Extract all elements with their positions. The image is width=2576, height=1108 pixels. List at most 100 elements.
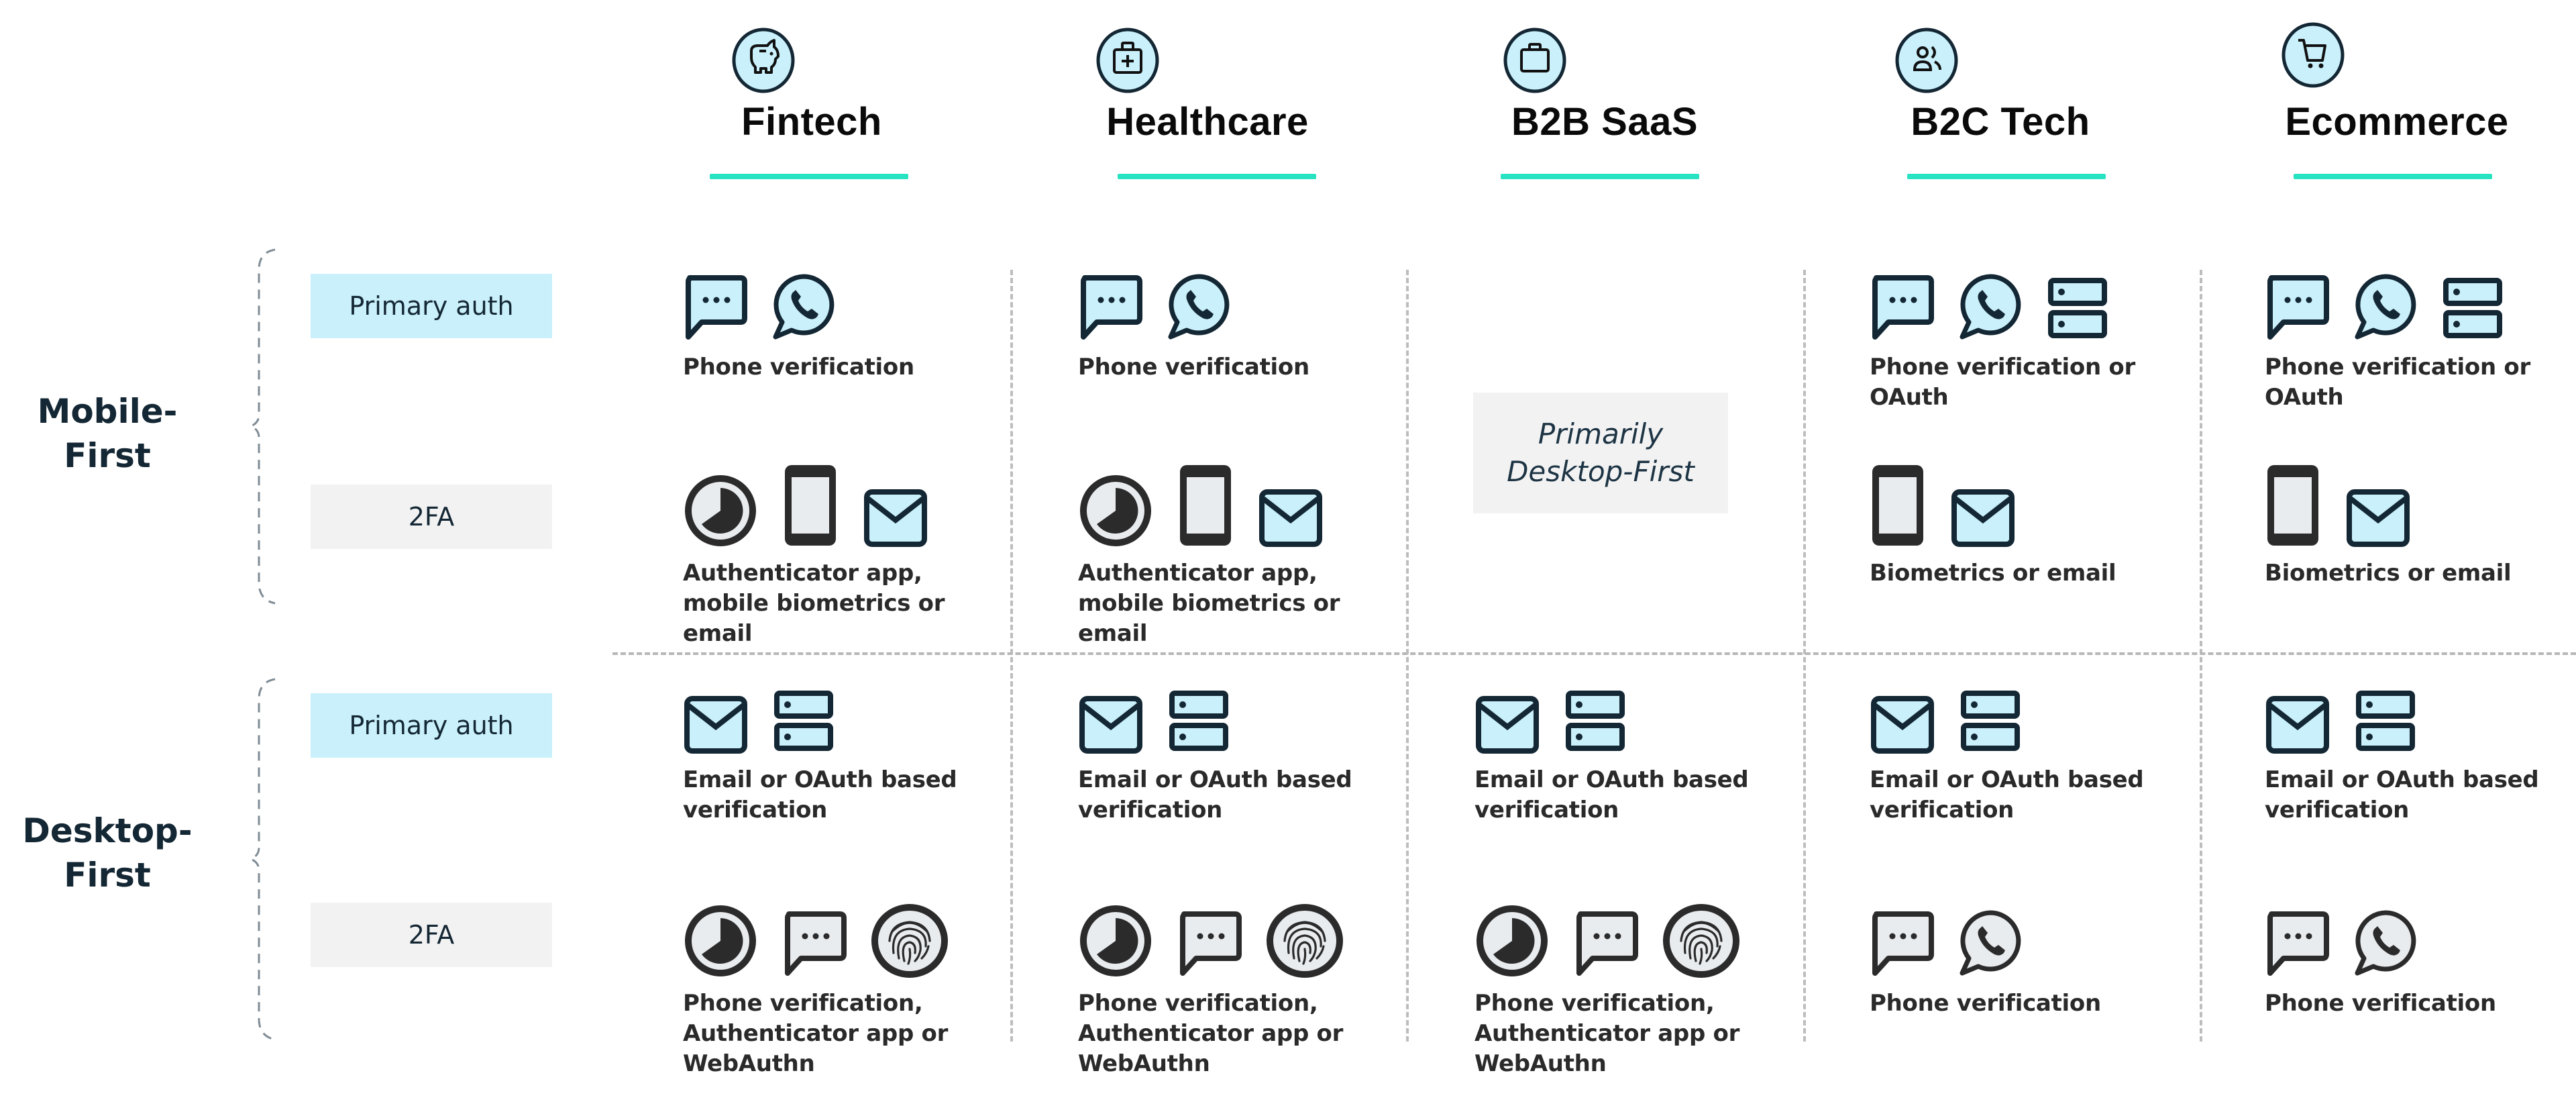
matrix-cell-mobile-2fa: Biometrics or email	[1870, 465, 2185, 589]
whatsapp-phone-icon	[1958, 272, 2023, 346]
authenticator-timer-icon	[1078, 903, 1153, 982]
method-description: Email or OAuth based verification	[2265, 766, 2539, 823]
column-header-fintech: Fintech	[624, 0, 1000, 195]
email-icon	[2345, 488, 2411, 552]
email-icon	[863, 488, 928, 552]
column-title: Healthcare	[1106, 100, 1309, 144]
authenticator-timer-icon	[683, 903, 758, 982]
method-icons	[2265, 678, 2576, 758]
method-description: Authenticator app, mobile biometrics or …	[1078, 560, 1340, 647]
mobile-phone-icon	[2265, 462, 2321, 552]
method-icons	[1078, 265, 1393, 346]
column-title: B2C Tech	[1911, 100, 2090, 144]
email-icon	[2265, 695, 2330, 758]
fingerprint-icon	[871, 903, 949, 982]
row-label-mobile-2fa: 2FA	[311, 485, 552, 549]
method-icons	[683, 465, 998, 552]
group-divider	[612, 652, 2576, 655]
column-title-underline	[710, 174, 908, 179]
column-divider	[1803, 270, 1806, 1042]
matrix-cell-desktop-primary: Email or OAuth based verification	[683, 678, 998, 825]
method-description: Phone verification, Authenticator app or…	[1474, 990, 1740, 1077]
row-label-desktop-2fa: 2FA	[311, 903, 552, 967]
matrix-cell-mobile-primary: Phone verification or OAuth	[2265, 265, 2576, 413]
group-label-line: First	[64, 856, 151, 895]
sms-message-icon	[1870, 909, 1934, 982]
column-header-ecommerce: Ecommerce	[2209, 0, 2576, 195]
oauth-server-icon	[2047, 275, 2108, 346]
group-label-mobile-first: Mobile- First	[13, 389, 201, 478]
group-label-line: First	[64, 436, 151, 475]
method-description: Email or OAuth based verification	[683, 766, 957, 823]
matrix-cell-desktop-2fa: Phone verification, Authenticator app or…	[1078, 901, 1393, 1079]
column-title-underline	[2294, 174, 2492, 179]
whatsapp-phone-icon	[771, 272, 836, 346]
brace-desktop-first	[248, 678, 276, 1041]
oauth-server-icon	[2355, 688, 2416, 758]
sms-message-icon	[2265, 909, 2329, 982]
sms-message-icon	[782, 909, 847, 982]
matrix-cell-desktop-primary: Email or OAuth based verification	[1078, 678, 1393, 825]
column-title: Ecommerce	[2285, 100, 2509, 144]
matrix-cell-desktop-primary: Email or OAuth based verification	[2265, 678, 2576, 825]
matrix-cell-mobile-primary: Phone verification or OAuth	[1870, 265, 2185, 413]
column-title-underline	[1907, 174, 2106, 179]
method-description: Phone verification	[1870, 990, 2101, 1017]
column-divider	[1010, 270, 1013, 1042]
method-icons	[683, 678, 998, 758]
matrix-cell-mobile-primary: Phone verification	[1078, 265, 1393, 383]
oauth-server-icon	[2442, 275, 2504, 346]
method-icons	[1474, 901, 1790, 982]
method-description: Email or OAuth based verification	[1078, 766, 1352, 823]
piggy-bank-icon	[731, 27, 795, 93]
method-description: Phone verification	[1078, 354, 1309, 381]
sms-message-icon	[2265, 272, 2329, 346]
mobile-phone-icon	[1870, 462, 1926, 552]
sms-message-icon	[1177, 909, 1242, 982]
brace-mobile-first	[248, 248, 276, 605]
matrix-cell-mobile-primary: Phone verification	[683, 265, 998, 383]
b2b-mobile-note: Primarily Desktop-First	[1473, 393, 1728, 513]
column-title: B2B SaaS	[1511, 100, 1699, 144]
sms-message-icon	[1574, 909, 1638, 982]
column-title-underline	[1118, 174, 1316, 179]
row-label-desktop-primary-auth: Primary auth	[311, 693, 552, 758]
method-icons	[683, 901, 998, 982]
matrix-cell-desktop-primary: Email or OAuth based verification	[1474, 678, 1790, 825]
mobile-phone-icon	[782, 462, 839, 552]
method-icons	[1474, 678, 1790, 758]
authenticator-timer-icon	[683, 473, 758, 552]
email-icon	[1950, 488, 2016, 552]
note-line: Desktop-First	[1507, 455, 1695, 488]
method-icons	[1870, 678, 2185, 758]
whatsapp-phone-icon	[2353, 909, 2418, 982]
sms-message-icon	[1078, 272, 1142, 346]
shopping-cart-icon	[2281, 21, 2345, 88]
method-description: Phone verification, Authenticator app or…	[683, 990, 949, 1077]
method-icons	[1078, 678, 1393, 758]
sms-message-icon	[683, 272, 747, 346]
method-description: Phone verification	[683, 354, 914, 381]
authenticator-timer-icon	[1078, 473, 1153, 552]
column-divider	[2200, 270, 2202, 1042]
method-description: Authenticator app, mobile biometrics or …	[683, 560, 945, 647]
whatsapp-phone-icon	[2353, 272, 2418, 346]
oauth-server-icon	[1564, 688, 1626, 758]
method-icons	[1870, 465, 2185, 552]
email-icon	[1078, 695, 1144, 758]
email-icon	[683, 695, 749, 758]
method-description: Email or OAuth based verification	[1870, 766, 2144, 823]
note-line: Primarily	[1538, 417, 1664, 450]
email-icon	[1870, 695, 1935, 758]
method-icons	[1078, 901, 1393, 982]
matrix-cell-desktop-2fa: Phone verification, Authenticator app or…	[1474, 901, 1790, 1079]
method-description: Phone verification	[2265, 990, 2496, 1017]
whatsapp-phone-icon	[1958, 909, 2023, 982]
method-description: Phone verification or OAuth	[1870, 354, 2135, 411]
matrix-cell-desktop-2fa: Phone verification	[2265, 901, 2576, 1019]
method-icons	[1870, 265, 2185, 346]
email-icon	[1474, 695, 1540, 758]
matrix-cell-mobile-2fa: Authenticator app, mobile biometrics or …	[683, 465, 998, 649]
authenticator-timer-icon	[1474, 903, 1550, 982]
row-label-mobile-primary-auth: Primary auth	[311, 274, 552, 338]
